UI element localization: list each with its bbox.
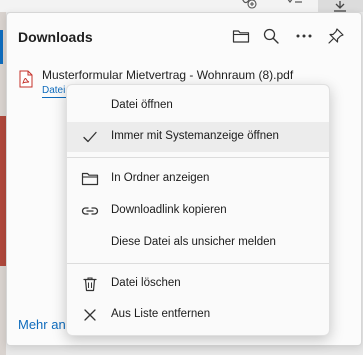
menu-item-label: Aus Liste entfernen — [111, 308, 211, 320]
download-file-name: Musterformular Mietvertrag - Wohnraum (8… — [42, 68, 294, 82]
checkmark-icon — [81, 129, 99, 145]
trash-icon — [81, 276, 99, 292]
link-icon — [81, 203, 99, 219]
close-icon — [81, 307, 99, 323]
menu-item-label: Datei öffnen — [111, 99, 173, 111]
downloads-toolbar-button[interactable] — [318, 0, 363, 12]
more-icon — [296, 34, 312, 38]
pdf-file-icon — [19, 70, 33, 93]
folder-icon — [81, 171, 99, 187]
add-favorite-icon[interactable] — [240, 0, 258, 12]
browser-toolbar — [0, 0, 363, 12]
menu-item-label: Datei löschen — [111, 277, 181, 289]
more-options-button[interactable] — [291, 23, 317, 49]
menu-item-label: Diese Datei als unsicher melden — [111, 236, 276, 248]
menu-item-label: Immer mit Systemanzeige öffnen — [111, 130, 279, 142]
menu-separator — [67, 263, 329, 264]
open-downloads-folder-button[interactable] — [228, 23, 254, 49]
search-downloads-button[interactable] — [258, 23, 284, 49]
menu-separator — [67, 157, 329, 158]
favorites-icon[interactable] — [284, 0, 304, 12]
panel-title: Downloads — [18, 29, 93, 45]
open-file-link[interactable]: Datei öffnen — [42, 85, 68, 98]
folder-icon — [232, 30, 250, 43]
pin-panel-button[interactable] — [323, 23, 349, 49]
menu-item-open-file[interactable]: Datei öffnen — [67, 91, 329, 121]
show-more-link[interactable]: Mehr anzeigen — [18, 317, 66, 332]
menu-item-remove-from-list[interactable]: Aus Liste entfernen — [67, 300, 329, 330]
search-icon — [263, 28, 279, 44]
menu-item-delete-file[interactable]: Datei löschen — [67, 269, 329, 299]
menu-item-report-unsafe[interactable]: Diese Datei als unsicher melden — [67, 228, 329, 258]
menu-item-always-open-with-system-viewer[interactable]: Immer mit Systemanzeige öffnen — [67, 122, 329, 152]
menu-item-show-in-folder[interactable]: In Ordner anzeigen — [67, 164, 329, 194]
pin-icon — [328, 28, 344, 44]
menu-item-copy-download-link[interactable]: Downloadlink kopieren — [67, 196, 329, 226]
menu-item-label: Downloadlink kopieren — [111, 204, 227, 216]
download-context-menu: Datei öffnen Immer mit Systemanzeige öff… — [66, 84, 330, 336]
menu-item-label: In Ordner anzeigen — [111, 172, 210, 184]
